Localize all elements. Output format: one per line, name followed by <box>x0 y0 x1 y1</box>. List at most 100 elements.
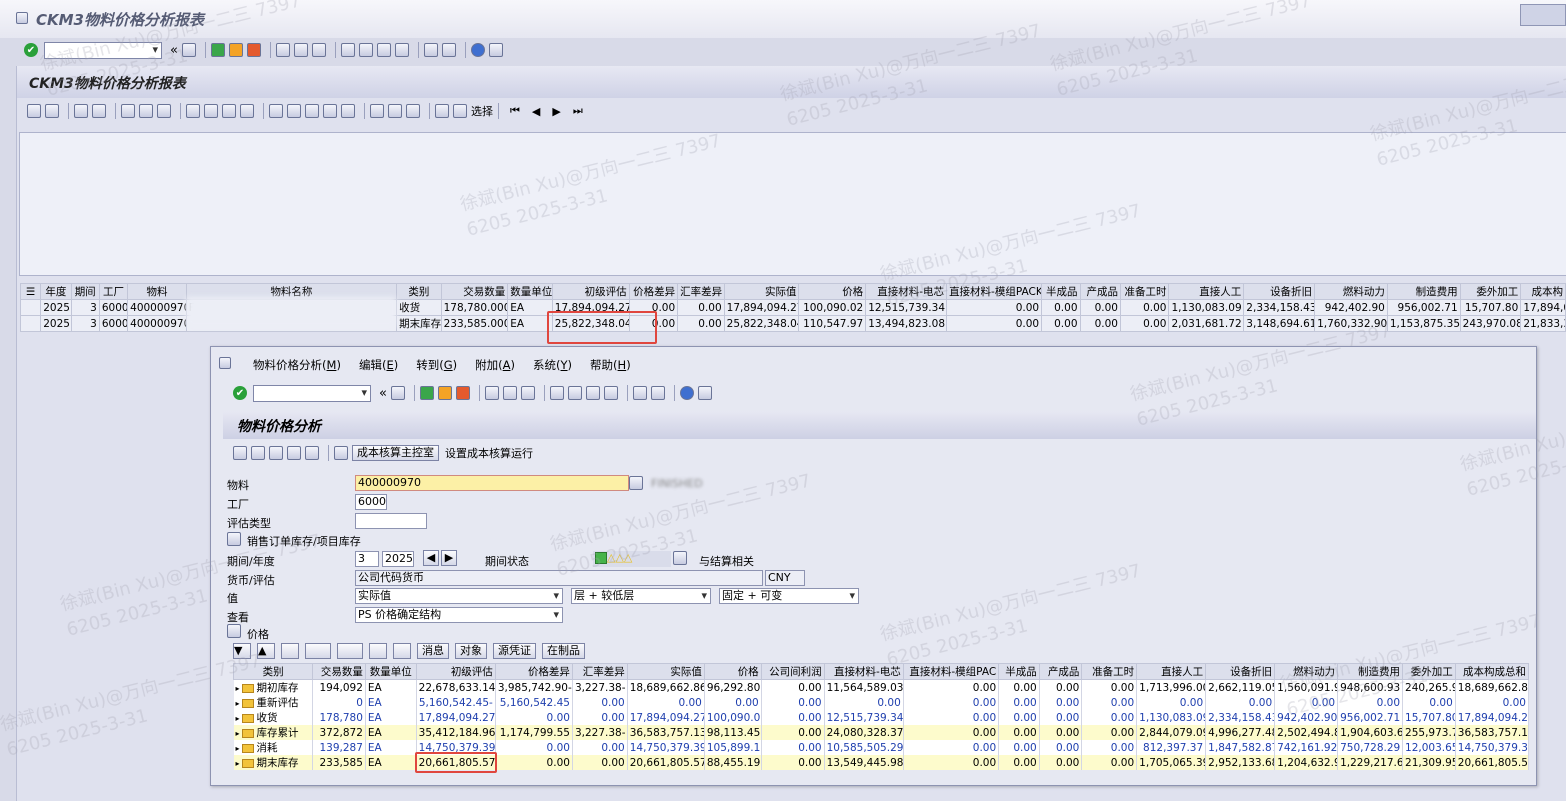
plant-input[interactable]: 6000 <box>355 494 387 510</box>
report-col-header[interactable]: 交易数量 <box>440 283 509 300</box>
category-cell[interactable]: ▸ 重新评估 <box>233 695 314 710</box>
report-col-header[interactable]: 数量单位 <box>507 283 553 300</box>
valuation-type-input[interactable] <box>355 513 427 529</box>
find-icon[interactable] <box>293 43 308 57</box>
sales-order-icon[interactable] <box>227 532 241 546</box>
cost-cockpit-button[interactable]: 成本核算主控室 <box>352 445 439 461</box>
price-col-header[interactable]: 委外加工 <box>1402 663 1456 680</box>
window-menu-icon[interactable] <box>219 357 231 369</box>
window-controls[interactable] <box>1520 4 1566 26</box>
subtotal-icon[interactable] <box>204 104 218 118</box>
first-record-icon[interactable]: ⏮ <box>510 104 520 118</box>
report-col-header[interactable]: 初级评估 <box>551 283 630 300</box>
grid-button-3[interactable]: 在制品 <box>542 643 585 659</box>
excel-icon[interactable] <box>287 104 301 118</box>
report-col-header[interactable]: 产成品 <box>1079 283 1121 300</box>
prev-period-button[interactable]: ◀ <box>423 550 439 566</box>
collapse-icon[interactable]: « <box>170 43 178 58</box>
sales-order-label[interactable]: 销售订单库存/项目库存 <box>247 533 361 549</box>
price-col-header[interactable]: 价格差异 <box>494 663 573 680</box>
row-selector[interactable] <box>19 299 42 316</box>
price-col-header[interactable]: 准备工时 <box>1081 663 1138 680</box>
report-col-header[interactable]: 制造费用 <box>1386 283 1461 300</box>
document-icon[interactable] <box>92 104 106 118</box>
find-button[interactable] <box>281 643 299 659</box>
print-preview-icon[interactable] <box>269 104 283 118</box>
find-next-icon[interactable] <box>311 43 326 57</box>
report-col-header[interactable]: 汇率差异 <box>677 283 725 300</box>
price-col-header[interactable]: 直接材料-电芯 <box>823 663 904 680</box>
hierarchy-icon[interactable] <box>269 446 283 460</box>
next-record-icon[interactable]: ▶ <box>552 105 560 118</box>
report-col-header[interactable]: 直接人工 <box>1168 283 1245 300</box>
material-input[interactable]: 400000970 <box>355 475 629 491</box>
expand-node-icon[interactable]: ▸ <box>236 729 240 738</box>
find-icon[interactable] <box>502 386 517 400</box>
sum-icon[interactable] <box>186 104 200 118</box>
collapse-tree-icon[interactable] <box>240 104 254 118</box>
menu-item-2[interactable]: 转到(G) <box>416 357 457 373</box>
report-col-header[interactable]: 准备工时 <box>1119 283 1170 300</box>
expand-icon[interactable] <box>222 104 236 118</box>
help-icon[interactable] <box>470 43 485 57</box>
detail-button[interactable] <box>369 643 387 659</box>
refresh-icon[interactable] <box>233 446 247 460</box>
view-select[interactable]: PS 价格确定结构 <box>355 607 563 623</box>
layout-select-icon[interactable] <box>388 104 402 118</box>
ok-icon[interactable]: ✔ <box>24 43 38 57</box>
price-col-header[interactable]: 设备折旧 <box>1205 663 1276 680</box>
report-col-header[interactable]: 价格差异 <box>628 283 679 300</box>
next-period-button[interactable]: ▶ <box>441 550 457 566</box>
report-col-header[interactable]: 类别 <box>396 283 442 300</box>
command-field[interactable] <box>44 41 162 59</box>
shortcut-icon[interactable] <box>650 386 665 400</box>
expand-node-icon[interactable]: ▸ <box>236 714 240 723</box>
report-col-header[interactable]: 年度 <box>40 283 72 300</box>
set-costing-run-button[interactable]: 设置成本核算运行 <box>445 445 533 461</box>
last-record-icon[interactable]: ⏭ <box>573 104 583 118</box>
first-page-icon[interactable] <box>340 43 355 57</box>
report-col-header[interactable]: 直接材料-电芯 <box>865 283 948 300</box>
menu-item-3[interactable]: 附加(A) <box>475 357 515 373</box>
help-icon[interactable] <box>679 386 694 400</box>
category-cell[interactable]: ▸ 库存累计 <box>233 725 314 740</box>
find-next-icon[interactable] <box>520 386 535 400</box>
export-icon[interactable] <box>74 104 88 118</box>
columns-icon[interactable] <box>305 446 319 460</box>
window-menu-icon[interactable] <box>16 12 28 24</box>
menu-item-1[interactable]: 编辑(E) <box>359 357 398 373</box>
exit-icon[interactable] <box>228 43 243 57</box>
report-col-header[interactable]: 成本构 <box>1520 283 1566 300</box>
category-cell[interactable]: ▸ 收货 <box>233 710 314 725</box>
last-page-icon[interactable] <box>603 386 618 400</box>
menu-item-0[interactable]: 物料价格分析(M) <box>253 357 341 373</box>
magnifier-icon[interactable] <box>334 446 348 460</box>
prev-page-icon[interactable] <box>567 386 582 400</box>
price-col-header[interactable]: 数量单位 <box>364 663 417 680</box>
category-cell[interactable]: ▸ 期末库存 <box>233 755 314 770</box>
exit-icon[interactable] <box>437 386 452 400</box>
expand-node-icon[interactable]: ▸ <box>236 684 240 693</box>
split-view-icon[interactable] <box>251 446 265 460</box>
price-col-header[interactable]: 直接人工 <box>1136 663 1207 680</box>
report-col-header[interactable]: 物料 <box>127 283 187 300</box>
report-col-header[interactable]: 半成品 <box>1041 283 1081 300</box>
filter-icon[interactable] <box>157 104 171 118</box>
expand-all-button[interactable]: ▼ <box>233 643 251 659</box>
layout-change-icon[interactable] <box>370 104 384 118</box>
price-row[interactable]: ▸ 期初库存 194,092 EA 22,678,633.14 3,985,742.90-… <box>233 679 1530 695</box>
price-col-header[interactable]: 实际值 <box>626 663 705 680</box>
info-icon[interactable] <box>435 104 449 118</box>
info-icon[interactable] <box>673 551 687 565</box>
report-col-header[interactable]: 直接材料-模组PACK <box>946 283 1043 300</box>
cancel-icon[interactable] <box>455 386 470 400</box>
price-section-icon[interactable] <box>227 624 241 638</box>
price-col-header[interactable]: 汇率差异 <box>571 663 628 680</box>
prev-page-icon[interactable] <box>358 43 373 57</box>
last-page-icon[interactable] <box>394 43 409 57</box>
back-icon[interactable] <box>419 386 434 400</box>
cancel-icon[interactable] <box>246 43 261 57</box>
price-col-header[interactable]: 成本构成总和 <box>1454 663 1530 680</box>
price-row[interactable]: ▸ 收货 178,780 EA 17,894,094.27 0.00 0.00 17,894,… <box>233 710 1530 725</box>
first-page-icon[interactable] <box>549 386 564 400</box>
